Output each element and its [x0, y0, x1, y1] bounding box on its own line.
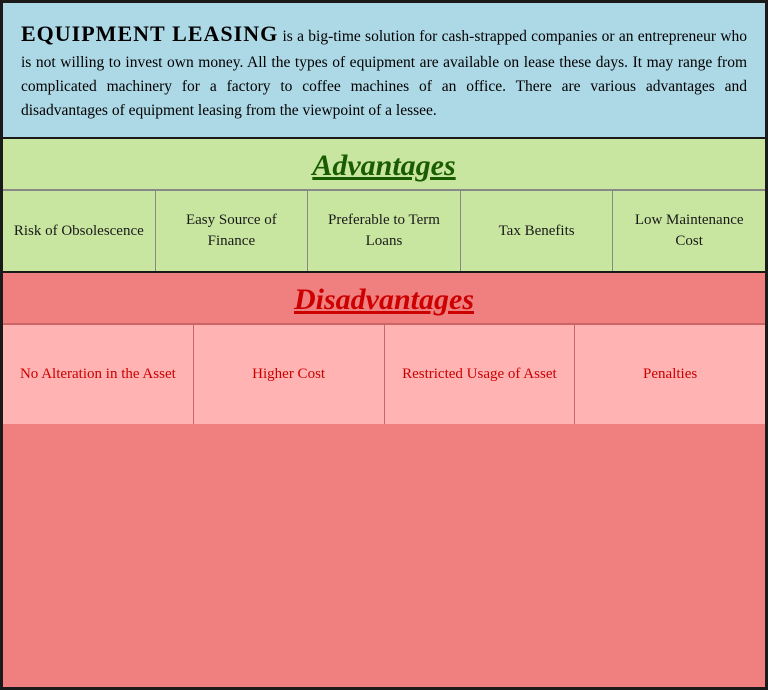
adv-label-3: Tax Benefits	[499, 221, 575, 242]
adv-cell-3: Tax Benefits	[461, 191, 614, 271]
disadvantages-section: Disadvantages No Alteration in the Asset…	[3, 273, 765, 687]
disadvantages-grid: No Alteration in the Asset Higher Cost R…	[3, 324, 765, 424]
advantages-grid: Risk of Obsolescence Easy Source of Fina…	[3, 191, 765, 271]
adv-cell-2: Preferable to Term Loans	[308, 191, 461, 271]
dis-cell-1: Higher Cost	[194, 324, 385, 424]
dis-label-0: No Alteration in the Asset	[20, 364, 176, 385]
header-paragraph: EQUIPMENT LEASING is a big-time solution…	[21, 17, 747, 123]
dis-cell-2: Restricted Usage of Asset	[385, 324, 576, 424]
dis-label-3: Penalties	[643, 364, 697, 385]
main-container: EQUIPMENT LEASING is a big-time solution…	[0, 0, 768, 690]
adv-label-4: Low Maintenance Cost	[623, 210, 755, 252]
adv-cell-4: Low Maintenance Cost	[613, 191, 765, 271]
disadvantages-title-bar: Disadvantages	[3, 273, 765, 324]
adv-label-0: Risk of Obsolescence	[14, 221, 144, 242]
adv-label-2: Preferable to Term Loans	[318, 210, 450, 252]
disadvantages-title: Disadvantages	[294, 283, 474, 316]
advantages-title: Advantages	[312, 149, 455, 182]
advantages-section: Advantages Risk of Obsolescence Easy Sou…	[3, 139, 765, 273]
advantages-title-bar: Advantages	[3, 139, 765, 191]
dis-cell-0: No Alteration in the Asset	[3, 324, 194, 424]
adv-label-1: Easy Source of Finance	[166, 210, 298, 252]
dis-cell-3: Penalties	[575, 324, 765, 424]
dis-label-2: Restricted Usage of Asset	[402, 364, 557, 385]
header-title: EQUIPMENT LEASING	[21, 21, 278, 46]
adv-cell-1: Easy Source of Finance	[156, 191, 309, 271]
header-section: EQUIPMENT LEASING is a big-time solution…	[3, 3, 765, 139]
adv-cell-0: Risk of Obsolescence	[3, 191, 156, 271]
dis-label-1: Higher Cost	[252, 364, 325, 385]
